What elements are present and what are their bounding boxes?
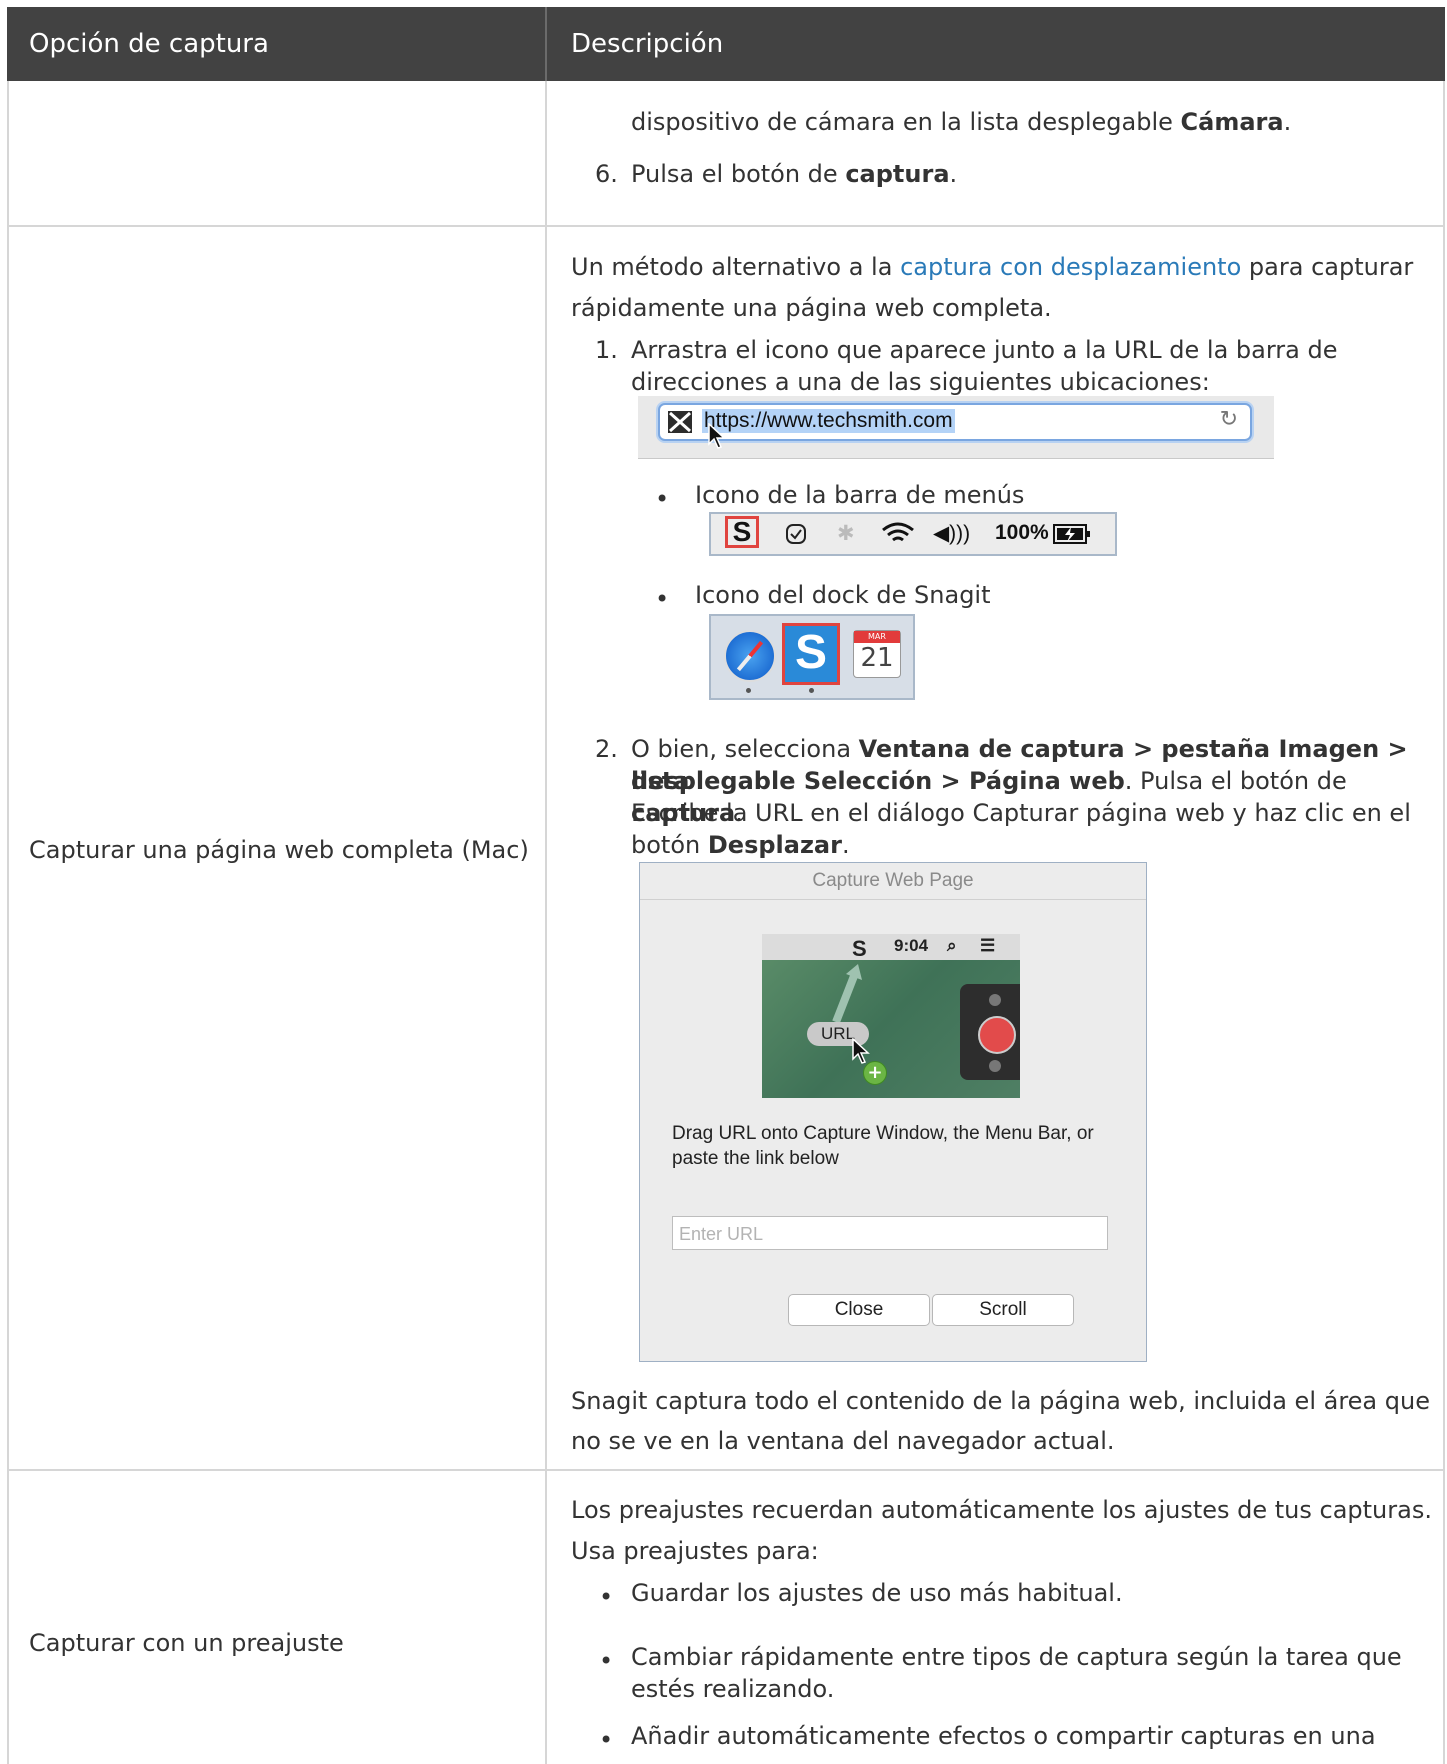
step-number: 2. <box>595 735 618 763</box>
bluetooth-icon: ✱ <box>837 522 855 545</box>
record-button-icon <box>978 1016 1016 1054</box>
row3-intro-line1: Los preajustes recuerdan automáticamente… <box>571 1496 1432 1524</box>
row3-intro-line2: Usa preajustes para: <box>571 1537 819 1565</box>
step1-line1: Arrastra el icono que aparece junto a la… <box>631 336 1338 364</box>
url-field: https://www.techsmith.com ↻ <box>658 403 1252 441</box>
list-item-cont: estés realizando. <box>631 1675 835 1703</box>
row2-intro-line2: rápidamente una página web completa. <box>571 294 1052 322</box>
search-icon: ⌕ <box>947 936 957 955</box>
row3-label: Capturar con un preajuste <box>29 1629 344 1657</box>
clock-time: 9:04 <box>894 936 929 955</box>
dialog-title: Capture Web Page <box>640 863 1146 900</box>
capture-web-page-dialog: Capture Web Page S 9:04 ⌕ ☰ URL + Drag U… <box>639 862 1147 1362</box>
document-page: Opción de captura Descripción dispositiv… <box>7 7 1445 1764</box>
url-text: https://www.techsmith.com <box>702 409 955 433</box>
arrow-up-icon <box>832 964 862 1024</box>
step-number: 6. <box>595 160 618 188</box>
snagit-dock-icon: S <box>782 623 840 685</box>
dialog-instructions: Drag URL onto Capture Window, the Menu B… <box>672 1123 1094 1169</box>
row2-intro: Un método alternativo a la captura con d… <box>571 253 1414 281</box>
capture-widget <box>960 984 1020 1080</box>
url-input[interactable]: Enter URL <box>672 1216 1108 1250</box>
row1-continuation: dispositivo de cámara en la lista desple… <box>631 108 1292 136</box>
scroll-button[interactable]: Scroll <box>932 1294 1074 1326</box>
close-button[interactable]: Close <box>788 1294 930 1326</box>
step1-line2: direcciones a una de las siguientes ubic… <box>631 368 1210 396</box>
battery-percent: 100% <box>995 521 1049 544</box>
row-divider <box>7 1469 1445 1471</box>
check-icon <box>786 524 806 544</box>
calendar-icon: MAR 21 <box>853 630 901 678</box>
step2-line3: Escribe la URL en el diálogo Capturar pá… <box>631 799 1411 827</box>
left-border <box>7 81 9 1764</box>
list-item: Cambiar rápidamente entre tipos de captu… <box>631 1643 1402 1671</box>
table-header: Opción de captura Descripción <box>7 7 1445 81</box>
scrolling-capture-link[interactable]: captura con desplazamiento <box>900 253 1241 281</box>
list-item: Guardar los ajustes de uso más habitual. <box>631 1579 1123 1607</box>
drag-url-illustration: S 9:04 ⌕ ☰ URL + <box>762 934 1020 1098</box>
volume-icon: ◀))) <box>933 522 971 545</box>
wifi-icon <box>882 522 914 542</box>
row-divider <box>7 225 1445 227</box>
row1-step6: Pulsa el botón de captura. <box>631 160 958 188</box>
snagit-menu-icon: S <box>725 516 759 548</box>
mouse-cursor-icon <box>852 1038 870 1064</box>
right-border <box>1443 81 1445 1764</box>
safari-icon <box>724 630 776 682</box>
reload-icon: ↻ <box>1219 407 1238 432</box>
address-bar-screenshot: https://www.techsmith.com ↻ <box>638 396 1274 459</box>
step-number: 1. <box>595 336 618 364</box>
mouse-cursor-icon <box>708 423 726 449</box>
dock-screenshot: S MAR 21 <box>709 614 915 700</box>
bullet-dock: Icono del dock de Snagit <box>695 581 991 609</box>
column-divider <box>545 81 547 1764</box>
row2-outro-line1: Snagit captura todo el contenido de la p… <box>571 1387 1430 1415</box>
bullet-menu-bar: Icono de la barra de menús <box>695 481 1025 509</box>
row2-outro-line2: no se ve en la ventana del navegador act… <box>571 1427 1115 1455</box>
row2-label: Capturar una página web completa (Mac) <box>29 836 529 864</box>
site-icon <box>668 411 692 433</box>
menu-bar-screenshot: S ✱ ◀))) 100% <box>709 512 1117 556</box>
battery-icon <box>1053 524 1090 544</box>
snagit-icon: S <box>852 936 867 961</box>
list-icon: ☰ <box>980 936 996 955</box>
list-item: Añadir automáticamente efectos o compart… <box>631 1722 1376 1750</box>
header-description: Descripción <box>571 29 724 59</box>
step2-line4: botón Desplazar. <box>631 831 850 859</box>
header-capture-option: Opción de captura <box>29 29 269 59</box>
add-icon: + <box>863 1061 887 1085</box>
